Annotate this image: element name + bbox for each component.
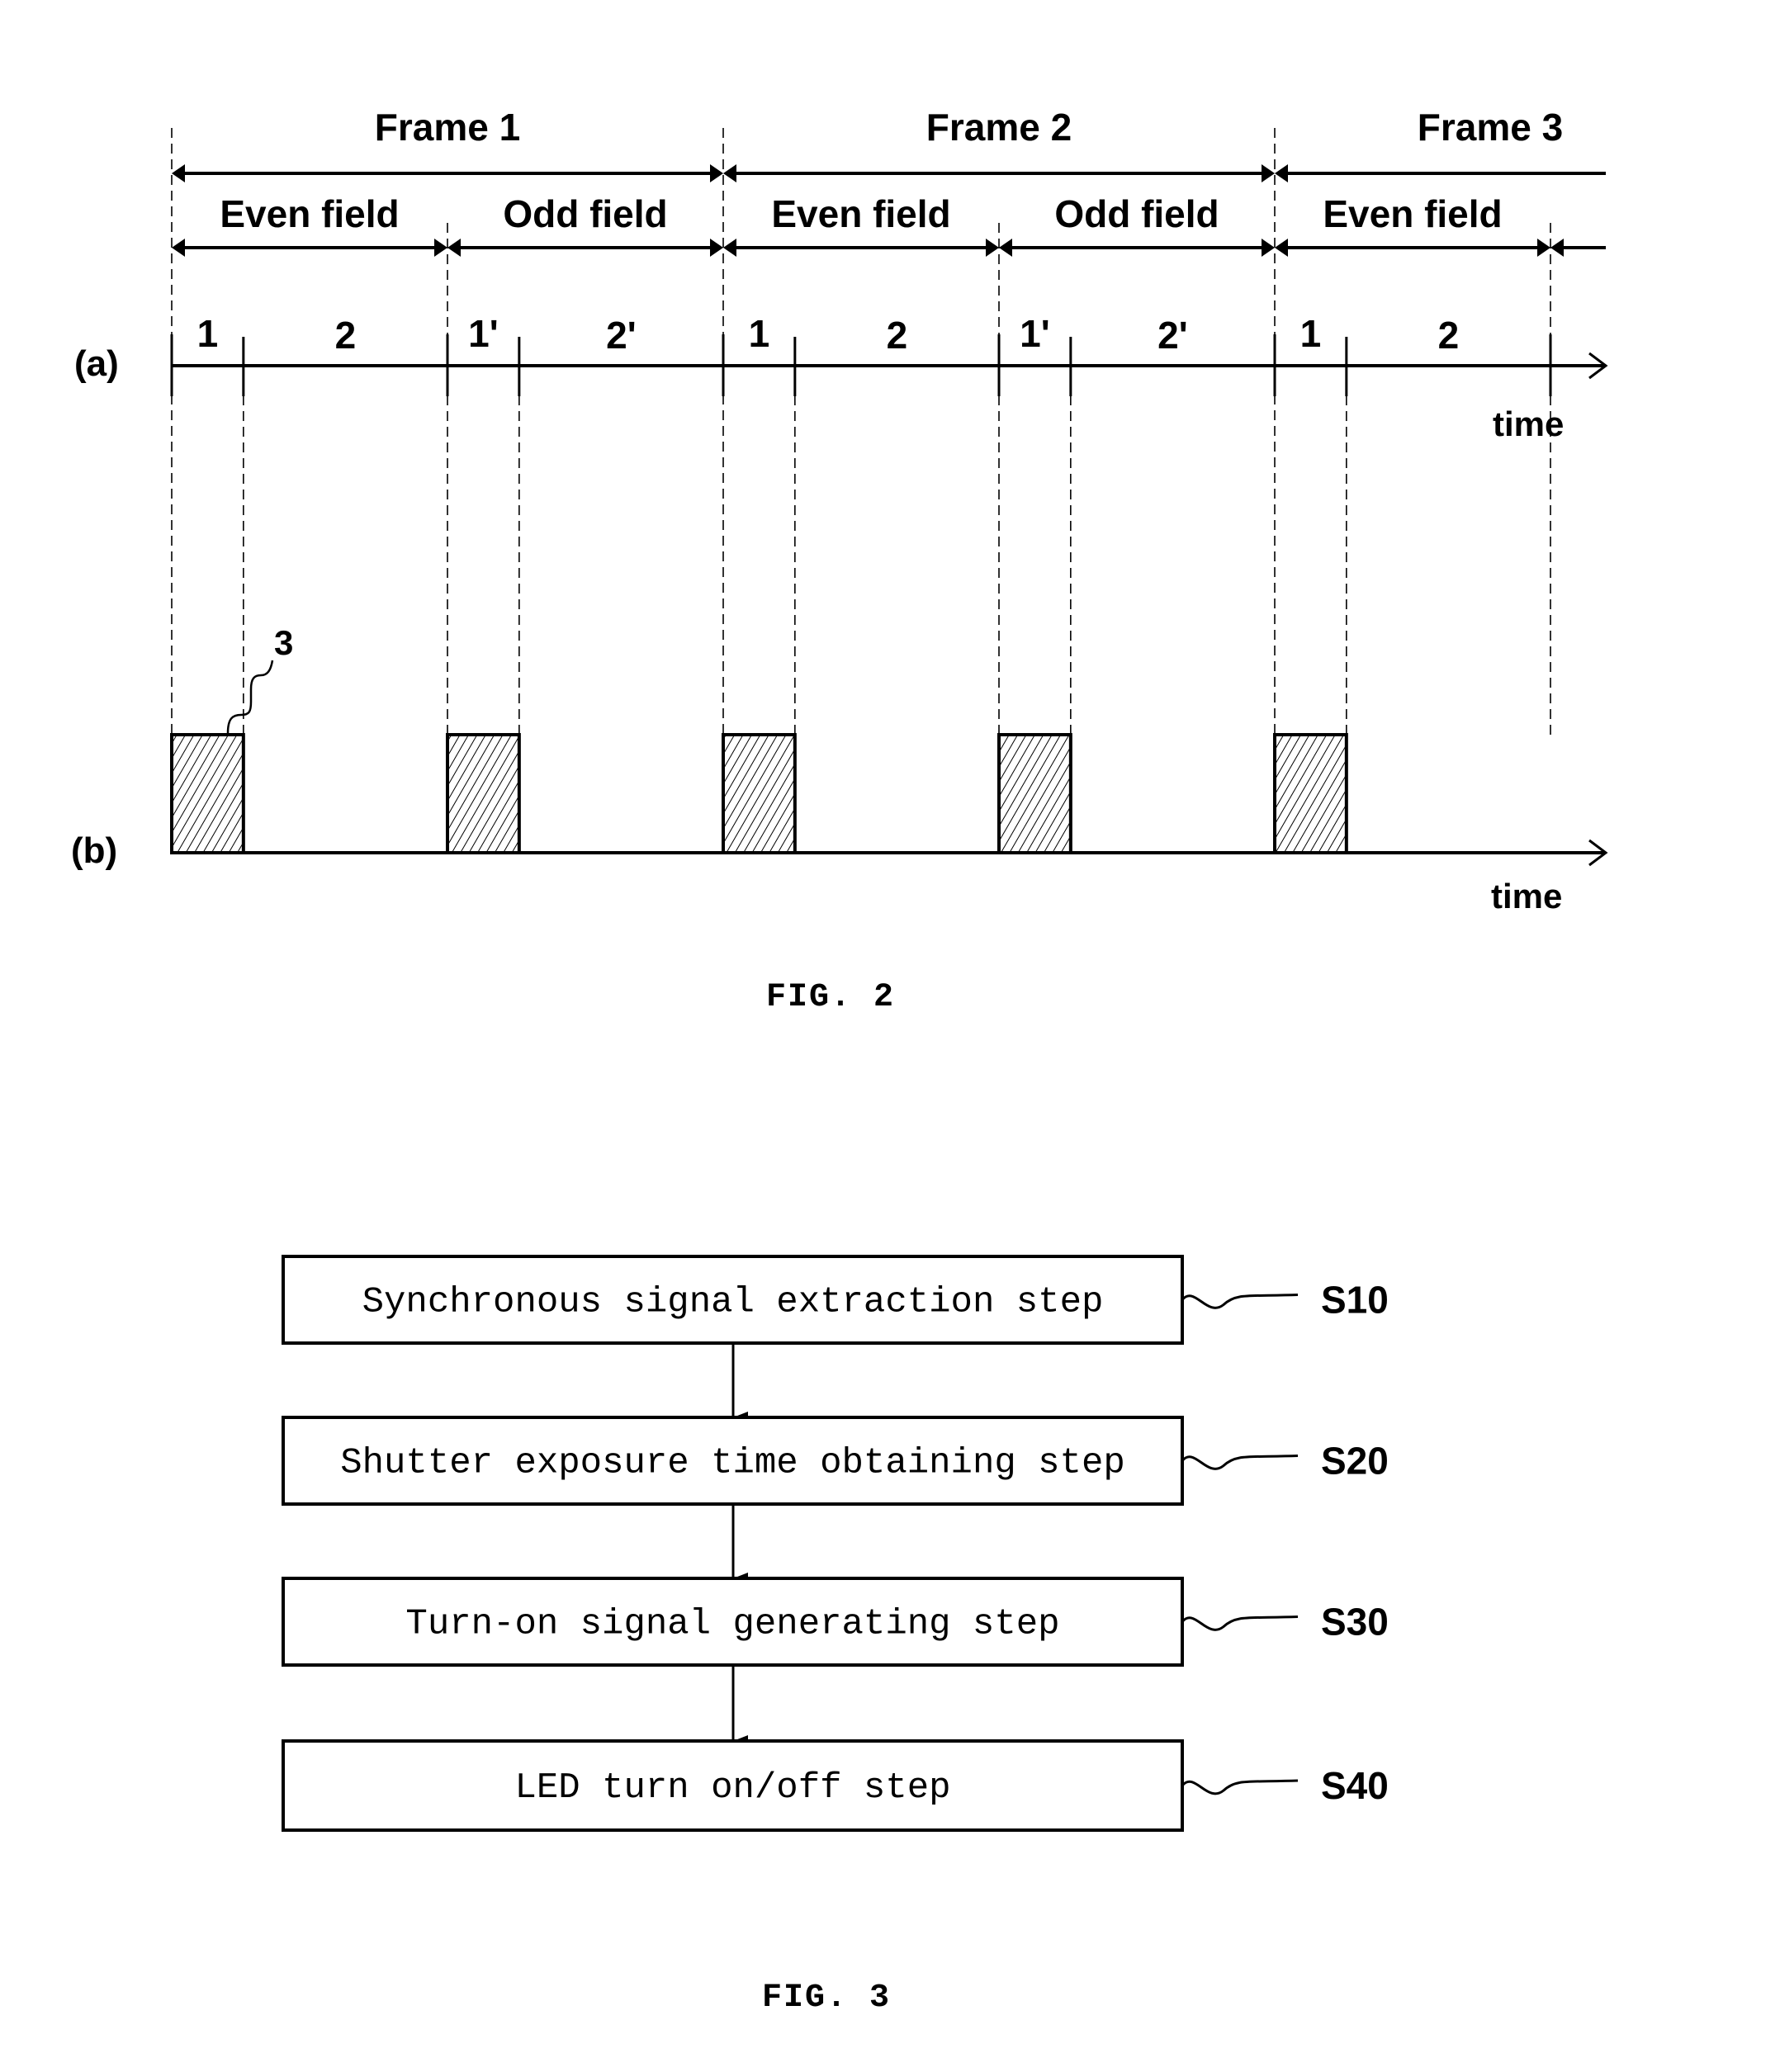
step-id-label: S30: [1321, 1601, 1389, 1644]
arrowhead-right-icon: [1262, 164, 1275, 182]
fig2-timing-diagram: Frame 1 Frame 2 Frame 3 Even field Odd fiel…: [71, 106, 1608, 1016]
arrowhead-right-icon: [1262, 239, 1275, 257]
arrowhead-right-icon: [710, 239, 723, 257]
fig3-caption: FIG. 3: [762, 1980, 891, 2017]
patent-drawing-sheet: Frame 1 Frame 2 Frame 3 Even field Odd fiel…: [71, 106, 1608, 2017]
row-a-segments: 1 2 1' 2' 1 2 1' 2' 1 2: [170, 312, 1552, 396]
step-text: Shutter exposure time obtaining step: [340, 1443, 1125, 1484]
step-text: Synchronous signal extraction step: [362, 1282, 1104, 1323]
led-on-pulse: [722, 733, 797, 854]
step-text: LED turn on/off step: [514, 1767, 950, 1809]
pulse-reference-number: 3: [274, 623, 293, 662]
arrowhead-left-icon: [1275, 239, 1288, 257]
subperiod-1-label: 1: [749, 312, 770, 355]
field-spans: Even field Odd field Even field Odd field Ev…: [172, 192, 1606, 257]
fig3-flowchart: Synchronous signal extraction step S10 Shu…: [282, 1255, 1389, 1832]
row-a-axis-label: time: [1493, 404, 1564, 443]
step-leader-squiggle: [1181, 1615, 1299, 1631]
row-b-label: (b): [71, 830, 117, 871]
step-leader-squiggle: [1181, 1294, 1299, 1309]
flowchart-step: Turn-on signal generating step S30: [282, 1577, 1389, 1747]
row-a-label: (a): [74, 343, 119, 384]
arrowhead-left-icon: [172, 239, 185, 257]
subperiod-2-label: 2: [335, 314, 357, 357]
field-label: Odd field: [1054, 192, 1219, 235]
arrowhead-right-icon: [710, 164, 723, 182]
step-text: Turn-on signal generating step: [405, 1604, 1059, 1645]
subperiod-1-label: 1': [1020, 312, 1050, 355]
led-on-pulse: [1273, 733, 1348, 854]
flowchart-step: LED turn on/off step S40: [282, 1739, 1389, 1832]
arrowhead-left-icon: [447, 239, 461, 257]
arrowhead-right-icon: [434, 239, 447, 257]
step-id-label: S40: [1321, 1764, 1389, 1807]
subperiod-2-label: 2: [1438, 314, 1460, 357]
arrowhead-right-icon: [986, 239, 999, 257]
subperiod-1-label: 1: [197, 312, 219, 355]
field-label: Even field: [771, 192, 950, 235]
step-leader-squiggle: [1181, 1455, 1299, 1470]
frame-label: Frame 3: [1418, 106, 1563, 149]
flowchart-step: Shutter exposure time obtaining step S20: [282, 1416, 1389, 1584]
subperiod-2-label: 2': [1157, 314, 1188, 357]
led-on-pulse: [170, 733, 245, 854]
arrowhead-left-icon: [723, 239, 736, 257]
arrowhead-left-icon: [1275, 164, 1288, 182]
frame-label: Frame 2: [926, 106, 1072, 149]
arrowhead-right-icon: [1537, 239, 1550, 257]
fig2-caption: FIG. 2: [766, 979, 895, 1016]
subperiod-2-label: 2': [606, 314, 637, 357]
row-a-timeline: (a) 1 2 1' 2' 1 2 1' 2' 1 2 time: [74, 312, 1608, 443]
field-label: Odd field: [503, 192, 667, 235]
field-label: Even field: [1323, 192, 1502, 235]
field-label: Even field: [220, 192, 399, 235]
step-leader-squiggle: [1181, 1779, 1299, 1795]
subperiod-1-label: 1': [468, 312, 499, 355]
flowchart-step: Synchronous signal extraction step S10: [282, 1255, 1389, 1423]
pulse-reference-leader: [226, 660, 274, 734]
frame-label: Frame 1: [375, 106, 520, 149]
frame-spans: Frame 1 Frame 2 Frame 3: [172, 106, 1606, 182]
led-on-pulse: [997, 733, 1072, 854]
arrowhead-left-icon: [1550, 239, 1564, 257]
led-on-pulse: [446, 733, 521, 854]
row-b-axis-label: time: [1491, 877, 1562, 915]
arrowhead-left-icon: [723, 164, 736, 182]
arrowhead-left-icon: [172, 164, 185, 182]
led-pulses: [170, 733, 1348, 854]
subperiod-2-label: 2: [887, 314, 908, 357]
step-id-label: S10: [1321, 1279, 1389, 1322]
arrowhead-left-icon: [999, 239, 1012, 257]
step-id-label: S20: [1321, 1440, 1389, 1483]
row-b-timeline: (b) time 3: [71, 623, 1608, 915]
subperiod-1-label: 1: [1300, 312, 1322, 355]
